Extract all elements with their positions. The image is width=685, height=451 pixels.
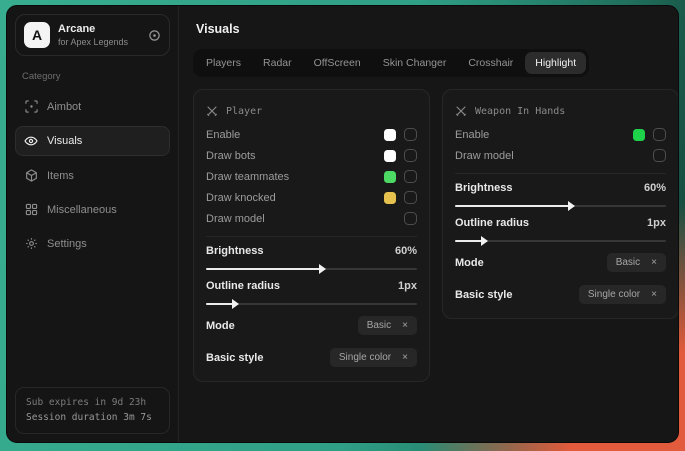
eye-icon [24,134,38,148]
checkbox[interactable] [404,128,417,141]
toggle-row: Draw model [206,208,417,229]
toggle-row: Draw knocked [206,187,417,208]
checkbox[interactable] [653,128,666,141]
grid-icon [24,203,38,216]
sidebar-item-items[interactable]: Items [15,161,170,190]
divider [455,173,666,174]
sidebar-item-label: Settings [47,238,87,250]
category-label: Category [22,71,163,82]
toggle-row: Draw model [455,145,666,166]
slider-thumb[interactable] [232,299,239,309]
toggle-row: Enable [455,124,666,145]
slider-thumb[interactable] [568,201,575,211]
app-logo: A [24,22,50,48]
outline-radius-slider[interactable] [455,240,666,242]
basic-style-chip[interactable]: Single color × [579,285,666,304]
target-icon[interactable] [148,29,161,42]
app-subtitle: for Apex Legends [58,37,128,47]
panel-title: Weapon In Hands [455,94,666,124]
tab-radar[interactable]: Radar [253,52,302,74]
toggle-row: Draw teammates [206,166,417,187]
outline-radius-slider[interactable] [206,303,417,305]
app-name: Arcane [58,23,128,35]
toggle-row: Draw bots [206,145,417,166]
subscription-info: Sub expires in 9d 23h Session duration 3… [15,387,170,434]
tab-highlight[interactable]: Highlight [525,52,586,74]
tab-crosshair[interactable]: Crosshair [458,52,523,74]
panel-title: Player [206,94,417,124]
tab-offscreen[interactable]: OffScreen [304,52,371,74]
slider-thumb[interactable] [481,236,488,246]
slider-value: 60% [644,182,666,194]
cube-icon [24,169,38,182]
sidebar: A Arcane for Apex Legends Category Aimbo… [7,6,179,442]
mode-chip[interactable]: Basic × [607,253,666,272]
close-icon[interactable]: × [402,320,408,331]
tab-skin-changer[interactable]: Skin Changer [373,52,457,74]
color-swatch[interactable] [384,192,396,204]
sidebar-item-settings[interactable]: Settings [15,229,170,258]
basic-style-chip[interactable]: Single color × [330,348,417,367]
brightness-slider[interactable] [206,268,417,270]
close-icon[interactable]: × [402,352,408,363]
sidebar-item-label: Miscellaneous [47,204,117,216]
app-header-card: A Arcane for Apex Legends [15,14,170,56]
checkbox[interactable] [404,170,417,183]
main-content: Visuals Players Radar OffScreen Skin Cha… [179,6,679,442]
session-duration: Session duration 3m 7s [26,410,159,426]
mode-chip[interactable]: Basic × [358,316,417,335]
tab-players[interactable]: Players [196,52,251,74]
crosshair-icon [24,100,38,113]
sidebar-item-visuals[interactable]: Visuals [15,126,170,156]
sidebar-item-aimbot[interactable]: Aimbot [15,92,170,121]
sub-expiry: Sub expires in 9d 23h [26,395,159,411]
page-title: Visuals [196,22,679,36]
color-swatch[interactable] [633,129,645,141]
slider-thumb[interactable] [319,264,326,274]
close-icon[interactable]: × [651,257,657,268]
checkbox[interactable] [404,191,417,204]
visuals-tabbar: Players Radar OffScreen Skin Changer Cro… [193,49,589,77]
app-window: A Arcane for Apex Legends Category Aimbo… [6,5,679,443]
checkbox[interactable] [404,149,417,162]
brightness-slider[interactable] [455,205,666,207]
gear-icon [24,237,38,250]
crossed-swords-icon [455,105,467,117]
color-swatch[interactable] [384,171,396,183]
sidebar-item-label: Visuals [47,135,82,147]
slider-value: 60% [395,245,417,257]
sidebar-item-label: Aimbot [47,101,81,113]
weapon-in-hands-panel: Weapon In Hands Enable Draw model [442,89,679,319]
slider-value: 1px [398,280,417,292]
player-panel: Player Enable Draw bots [193,89,430,382]
slider-value: 1px [647,217,666,229]
checkbox[interactable] [404,212,417,225]
sidebar-item-miscellaneous[interactable]: Miscellaneous [15,195,170,224]
crossed-swords-icon [206,105,218,117]
close-icon[interactable]: × [651,289,657,300]
toggle-row: Enable [206,124,417,145]
color-swatch[interactable] [384,150,396,162]
color-swatch[interactable] [384,129,396,141]
sidebar-item-label: Items [47,170,74,182]
divider [206,236,417,237]
checkbox[interactable] [653,149,666,162]
